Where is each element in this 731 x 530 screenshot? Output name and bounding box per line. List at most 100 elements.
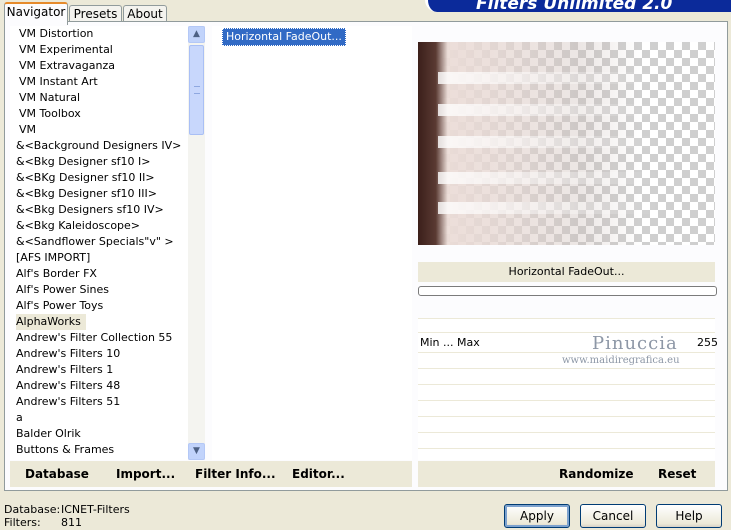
category-label: &<Bkg Kaleidoscope>	[16, 219, 141, 232]
category-item[interactable]: VM Toolbox	[10, 106, 188, 122]
status-db-value: ICNET-Filters	[61, 503, 130, 516]
grid-divider	[418, 416, 715, 417]
category-item[interactable]: &<BKg Designer sf10 II>	[10, 170, 188, 186]
category-label: VM Instant Art	[19, 75, 98, 88]
apply-button[interactable]: Apply	[504, 504, 570, 528]
grip-icon	[194, 86, 200, 94]
status-db-label: Database:	[4, 503, 61, 516]
category-item[interactable]: VM Natural	[10, 90, 188, 106]
category-label: &<Background Designers IV>	[16, 139, 182, 152]
preview-stripe	[438, 172, 658, 184]
reset-button[interactable]: Reset	[658, 467, 696, 481]
watermark-url: www.maidiregrafica.eu	[562, 355, 680, 366]
category-item[interactable]: &<Sandflower Specials"v" >	[10, 234, 188, 250]
category-label: Andrew's Filters 1	[16, 363, 114, 376]
grid-divider	[418, 400, 715, 401]
scroll-thumb[interactable]	[189, 45, 204, 135]
category-item[interactable]: Andrew's Filter Collection 55	[10, 330, 188, 346]
category-label: AlphaWorks	[16, 314, 86, 330]
right-button-bar: Randomize Reset	[418, 461, 715, 487]
status-filters-value: 811	[61, 516, 82, 529]
cancel-button[interactable]: Cancel	[580, 504, 646, 528]
category-item[interactable]: Buttons & Frames	[10, 442, 188, 458]
category-label: VM Toolbox	[19, 107, 81, 120]
category-item[interactable]: VM Instant Art	[10, 74, 188, 90]
param-name: Min ... Max	[420, 336, 480, 349]
category-label: Andrew's Filters 48	[16, 379, 121, 392]
scroll-down-arrow-icon[interactable]: ▼	[188, 443, 205, 460]
category-label: &<Bkg Designer sf10 III>	[16, 187, 158, 200]
app-title: Filters Unlimited 2.0	[476, 0, 673, 12]
category-label: Andrew's Filters 51	[16, 395, 121, 408]
category-label: Andrew's Filter Collection 55	[16, 331, 173, 344]
category-label: Buttons & Frames	[16, 443, 115, 456]
category-item[interactable]: VM Experimental	[10, 42, 188, 58]
preview-stripe	[438, 104, 658, 116]
progress-bar	[418, 286, 717, 296]
preview-stripe	[438, 202, 658, 214]
category-item[interactable]: a	[10, 410, 188, 426]
import-button[interactable]: Import...	[116, 467, 175, 481]
category-label: [AFS IMPORT]	[16, 251, 91, 264]
category-item[interactable]: Andrew's Filters 1	[10, 362, 188, 378]
category-item[interactable]: Andrew's Filters 48	[10, 378, 188, 394]
category-item[interactable]: AlphaWorks	[10, 314, 188, 330]
category-label: VM Experimental	[19, 43, 113, 56]
category-label: VM	[19, 123, 37, 136]
tab-navigator[interactable]: Navigator	[4, 2, 68, 25]
status-filters-label: Filters:	[4, 516, 41, 529]
category-label: a	[16, 411, 23, 424]
category-list[interactable]: VM Distortion VM Experimental VM Extravaga…	[10, 26, 188, 460]
filter-item-selected[interactable]: Horizontal FadeOut...	[222, 28, 346, 46]
category-item[interactable]: &<Bkg Designer sf10 III>	[10, 186, 188, 202]
category-item[interactable]: VM	[10, 122, 188, 138]
preview-stripe	[438, 136, 658, 148]
randomize-button[interactable]: Randomize	[559, 467, 633, 481]
param-value[interactable]: 255	[697, 336, 718, 349]
editor-button[interactable]: Editor...	[292, 467, 345, 481]
category-item[interactable]: Balder Olrik	[10, 426, 188, 442]
database-button[interactable]: Database	[25, 467, 89, 481]
category-label: Alf's Border FX	[16, 267, 97, 280]
scroll-up-arrow-icon[interactable]: ▲	[188, 26, 205, 43]
watermark-name: Pinuccia	[592, 333, 678, 354]
category-item[interactable]: Alf's Power Toys	[10, 298, 188, 314]
grid-divider	[418, 432, 715, 433]
grid-divider	[418, 384, 715, 385]
category-item[interactable]: VM Extravaganza	[10, 58, 188, 74]
category-label: &<Sandflower Specials"v" >	[16, 235, 174, 248]
filter-info-button[interactable]: Filter Info...	[195, 467, 276, 481]
grid-divider	[418, 448, 715, 449]
category-label: VM Distortion	[19, 27, 94, 40]
category-item[interactable]: &<Bkg Kaleidoscope>	[10, 218, 188, 234]
category-item[interactable]: [AFS IMPORT]	[10, 250, 188, 266]
preview-image[interactable]	[418, 42, 715, 245]
category-scrollbar[interactable]: ▲ ▼	[188, 26, 205, 460]
category-item[interactable]: Alf's Power Sines	[10, 282, 188, 298]
category-item[interactable]: &<Bkg Designers sf10 IV>	[10, 202, 188, 218]
left-button-bar: Database Import... Filter Info... Editor…	[10, 461, 412, 487]
grid-divider	[418, 318, 715, 319]
filter-list[interactable]	[212, 26, 412, 460]
category-item[interactable]: Alf's Border FX	[10, 266, 188, 282]
status-area: Database:ICNET-Filters Filters: 811	[4, 503, 130, 529]
category-label: &<Bkg Designer sf10 I>	[16, 155, 151, 168]
preview-stripe	[438, 72, 658, 84]
category-label: Alf's Power Toys	[16, 299, 104, 312]
category-item[interactable]: Andrew's Filters 51	[10, 394, 188, 410]
category-label: VM Natural	[19, 91, 81, 104]
category-item[interactable]: &<Background Designers IV>	[10, 138, 188, 154]
category-item[interactable]: VM Distortion	[10, 26, 188, 42]
category-label: Balder Olrik	[16, 427, 81, 440]
category-item[interactable]: Andrew's Filters 10	[10, 346, 188, 362]
category-label: &<BKg Designer sf10 II>	[16, 171, 155, 184]
category-label: Alf's Power Sines	[16, 283, 109, 296]
help-button[interactable]: Help	[656, 504, 722, 528]
category-label: VM Extravaganza	[19, 59, 116, 72]
category-label: &<Bkg Designers sf10 IV>	[16, 203, 164, 216]
preview-filter-name: Horizontal FadeOut...	[418, 262, 715, 282]
category-item[interactable]: &<Bkg Designer sf10 I>	[10, 154, 188, 170]
grid-divider	[418, 368, 715, 369]
category-label: Andrew's Filters 10	[16, 347, 121, 360]
app-title-banner: Filters Unlimited 2.0	[425, 0, 731, 12]
